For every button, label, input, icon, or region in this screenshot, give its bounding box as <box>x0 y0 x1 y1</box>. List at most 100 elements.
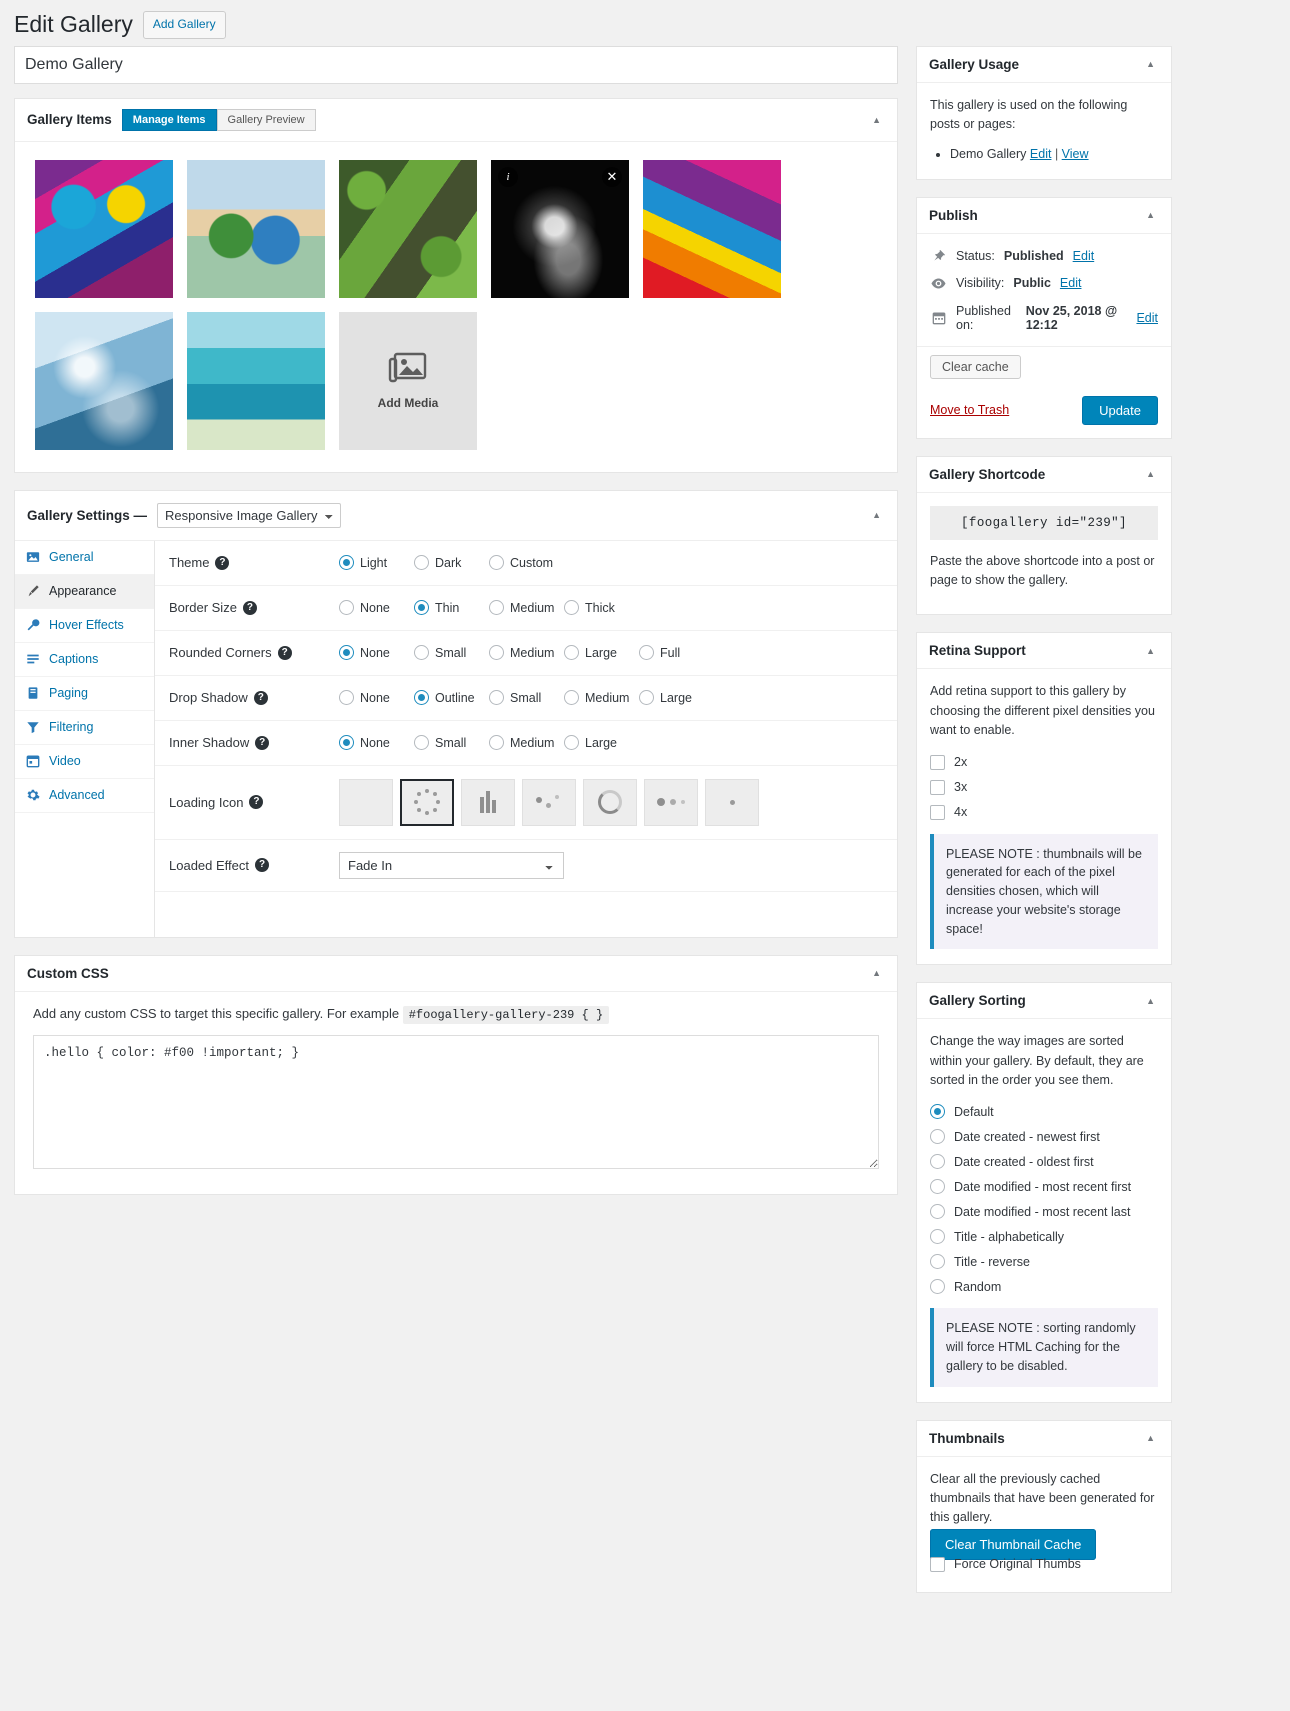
gallery-settings-panel: Gallery Settings — Responsive Image Gall… <box>14 489 898 938</box>
sort-option-default[interactable]: Default <box>930 1099 1158 1124</box>
gallery-thumbnail[interactable] <box>187 159 325 298</box>
radio-corners-none[interactable]: None <box>339 645 414 661</box>
radio-innershadow-none[interactable]: None <box>339 735 414 751</box>
collapse-icon[interactable]: ▲ <box>868 113 885 127</box>
settings-tab-video[interactable]: Video <box>15 745 154 779</box>
radio-dropshadow-large[interactable]: Large <box>639 690 714 706</box>
sort-option-date-created-oldest[interactable]: Date created - oldest first <box>930 1149 1158 1174</box>
retina-checkbox-3x[interactable]: 3x <box>930 775 1158 800</box>
circle-ring-spinner-icon[interactable] <box>583 778 637 826</box>
radio-innershadow-large[interactable]: Large <box>564 735 639 751</box>
radio-border-thin[interactable]: Thin <box>414 600 489 616</box>
gallery-thumbnail[interactable]: i ✕ <box>491 159 629 298</box>
sort-option-title-reverse[interactable]: Title - reverse <box>930 1249 1158 1274</box>
settings-tab-hover-effects[interactable]: Hover Effects <box>15 609 154 643</box>
help-icon[interactable]: ? <box>253 690 268 705</box>
help-icon[interactable]: ? <box>255 735 270 750</box>
bars-spinner-icon[interactable] <box>461 778 515 826</box>
add-gallery-button[interactable]: Add Gallery <box>142 11 226 39</box>
custom-css-title: Custom CSS <box>27 965 109 981</box>
gallery-template-select[interactable]: Responsive Image Gallery <box>157 502 342 528</box>
collapse-icon[interactable]: ▲ <box>1142 994 1159 1008</box>
publish-status-label: Status: <box>956 248 995 263</box>
usage-edit-link[interactable]: Edit <box>1030 147 1052 161</box>
collapse-icon[interactable]: ▲ <box>868 508 885 522</box>
publish-date-edit-link[interactable]: Edit <box>1136 311 1158 325</box>
help-icon[interactable]: ? <box>242 600 257 615</box>
tab-manage-items[interactable]: Manage Items <box>121 108 217 131</box>
sort-option-title-alphabetically[interactable]: Title - alphabetically <box>930 1224 1158 1249</box>
radio-dropshadow-outline[interactable]: Outline <box>414 690 489 706</box>
help-icon[interactable]: ? <box>249 795 264 810</box>
clear-thumbnail-cache-button[interactable]: Clear Thumbnail Cache <box>930 1528 1097 1560</box>
radio-border-medium[interactable]: Medium <box>489 600 564 616</box>
radio-dropshadow-none[interactable]: None <box>339 690 414 706</box>
radio-corners-large[interactable]: Large <box>564 645 639 661</box>
settings-tab-filtering[interactable]: Filtering <box>15 711 154 745</box>
none-icon[interactable] <box>339 778 393 826</box>
radio-dropshadow-small[interactable]: Small <box>489 690 564 706</box>
publish-status-edit-link[interactable]: Edit <box>1073 249 1095 263</box>
radio-theme-light[interactable]: Light <box>339 555 414 571</box>
dots-row-icon[interactable] <box>644 778 698 826</box>
sort-option-date-modified-recent-last[interactable]: Date modified - most recent last <box>930 1199 1158 1224</box>
collapse-icon[interactable]: ▲ <box>1142 1431 1159 1445</box>
shortcode-value[interactable]: [foogallery id="239"] <box>930 505 1158 540</box>
radio-dropshadow-medium[interactable]: Medium <box>564 690 639 706</box>
gallery-usage-description: This gallery is used on the following po… <box>930 97 1128 132</box>
usage-view-link[interactable]: View <box>1062 147 1089 161</box>
collapse-icon[interactable]: ▲ <box>1142 208 1159 222</box>
settings-tab-appearance[interactable]: Appearance <box>15 574 154 609</box>
radio-border-thick[interactable]: Thick <box>564 600 639 616</box>
retina-checkbox-2x[interactable]: 2x <box>930 750 1158 775</box>
radio-border-none[interactable]: None <box>339 600 414 616</box>
collapse-icon[interactable]: ▲ <box>1142 467 1159 481</box>
radio-label: Medium <box>510 735 555 750</box>
settings-tab-advanced[interactable]: Advanced <box>15 779 154 813</box>
settings-tab-paging[interactable]: Paging <box>15 677 154 711</box>
help-icon[interactable]: ? <box>277 645 292 660</box>
move-to-trash-link[interactable]: Move to Trash <box>930 403 1009 417</box>
collapse-icon[interactable]: ▲ <box>1142 57 1159 71</box>
tab-gallery-preview[interactable]: Gallery Preview <box>216 108 316 131</box>
list-item: Demo Gallery Edit | View <box>950 144 1158 164</box>
settings-tab-general[interactable]: General <box>15 541 154 575</box>
retina-checkbox-4x[interactable]: 4x <box>930 800 1158 825</box>
retina-support-panel: Retina Support ▲ Add retina support to t… <box>916 632 1172 966</box>
help-icon[interactable]: ? <box>255 858 269 873</box>
close-icon[interactable]: ✕ <box>602 166 622 187</box>
dots-diagonal-icon[interactable] <box>522 778 576 826</box>
radio-corners-full[interactable]: Full <box>639 645 714 661</box>
book-icon <box>25 686 40 701</box>
dot-ring-spinner-icon[interactable] <box>400 778 454 826</box>
radio-corners-medium[interactable]: Medium <box>489 645 564 661</box>
info-icon[interactable]: i <box>498 166 518 187</box>
radio-innershadow-medium[interactable]: Medium <box>489 735 564 751</box>
sort-option-date-modified-recent-first[interactable]: Date modified - most recent first <box>930 1174 1158 1199</box>
radio-innershadow-small[interactable]: Small <box>414 735 489 751</box>
settings-tab-captions[interactable]: Captions <box>15 643 154 677</box>
gallery-title-input[interactable] <box>14 45 898 84</box>
gallery-thumbnail[interactable] <box>35 311 173 450</box>
update-button[interactable]: Update <box>1082 395 1158 425</box>
radio-corners-small[interactable]: Small <box>414 645 489 661</box>
collapse-icon[interactable]: ▲ <box>868 966 885 980</box>
sort-option-random[interactable]: Random <box>930 1274 1158 1299</box>
single-dot-icon[interactable] <box>705 778 759 826</box>
loaded-effect-select[interactable]: Fade In <box>339 851 564 879</box>
gallery-thumbnail[interactable] <box>643 159 781 298</box>
add-media-button[interactable]: Add Media <box>339 311 477 450</box>
field-label-border-size: Border Size <box>169 600 237 616</box>
gallery-thumbnail[interactable] <box>187 311 325 450</box>
gallery-thumbnail[interactable] <box>339 159 477 298</box>
custom-css-textarea[interactable]: .hello { color: #f00 !important; } <box>33 1034 879 1169</box>
image-icon <box>25 550 40 565</box>
gallery-thumbnail[interactable] <box>35 159 173 298</box>
help-icon[interactable]: ? <box>215 555 230 570</box>
radio-theme-custom[interactable]: Custom <box>489 555 564 571</box>
radio-theme-dark[interactable]: Dark <box>414 555 489 571</box>
clear-cache-button[interactable]: Clear cache <box>930 354 1021 379</box>
sort-option-date-created-newest[interactable]: Date created - newest first <box>930 1124 1158 1149</box>
collapse-icon[interactable]: ▲ <box>1142 644 1159 658</box>
publish-visibility-edit-link[interactable]: Edit <box>1060 276 1082 290</box>
